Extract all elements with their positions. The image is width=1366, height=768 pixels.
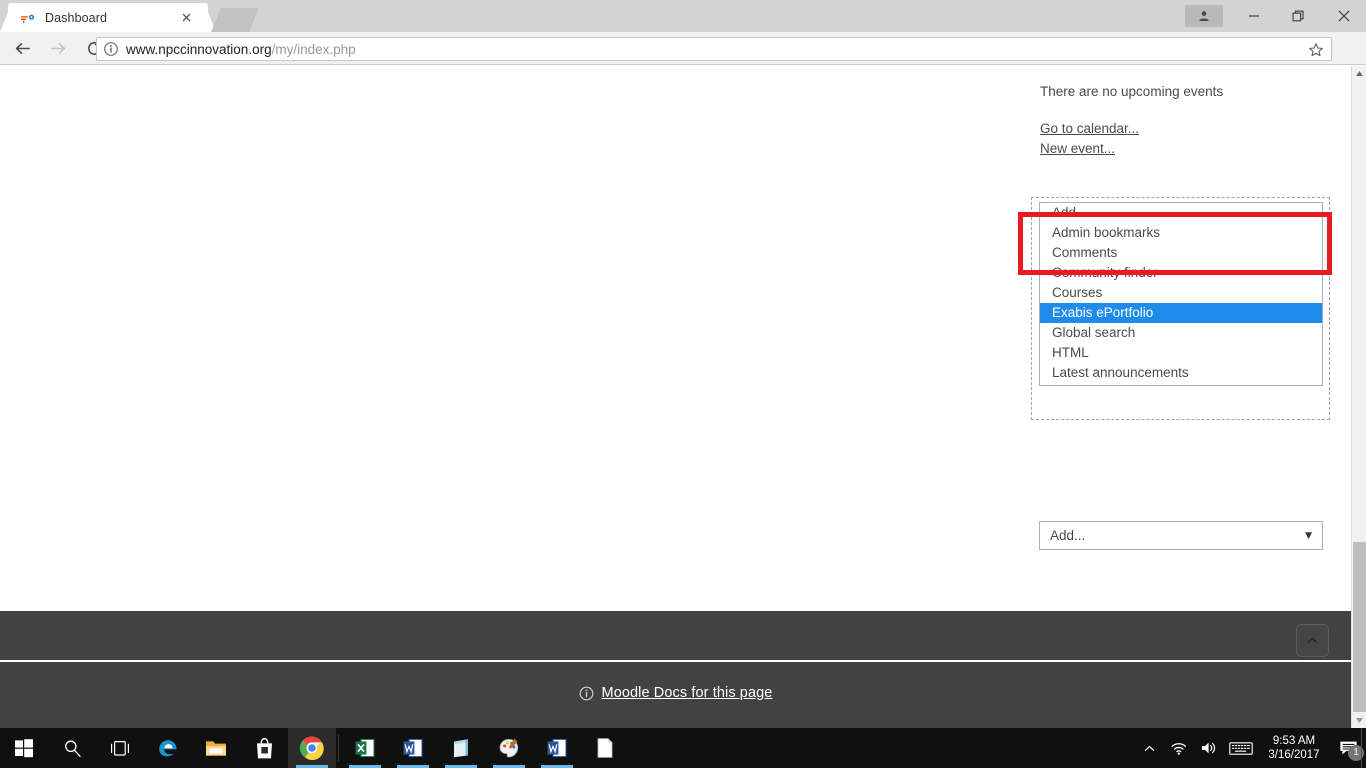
listbox-option-html[interactable]: HTML [1040, 343, 1322, 363]
moodle-docs-row: Moodle Docs for this page [0, 673, 1351, 713]
restore-icon[interactable] [1276, 2, 1321, 31]
footer-divider [0, 660, 1351, 662]
speaker-icon[interactable] [1194, 728, 1224, 768]
address-bar[interactable]: www.npccinnovation.org/my/index.php [96, 37, 1332, 61]
listbox-option-comments[interactable]: Comments [1040, 243, 1322, 263]
listbox-option-global-search[interactable]: Global search [1040, 323, 1322, 343]
triangle-down-icon[interactable] [1352, 713, 1366, 728]
search-button[interactable] [48, 728, 96, 768]
microsoft-store-button[interactable] [240, 728, 288, 768]
back-arrow-icon[interactable] [4, 32, 40, 65]
new-event-link[interactable]: New event... [1040, 139, 1340, 158]
moodle-docs-link[interactable]: Moodle Docs for this page [602, 685, 773, 701]
start-button[interactable] [0, 728, 48, 768]
windows-taskbar: 9:53 AM 3/16/2017 1 [0, 728, 1366, 768]
clock-time: 9:53 AM [1272, 735, 1316, 747]
moodle-favicon [20, 10, 36, 26]
edge-button[interactable] [144, 728, 192, 768]
add-block-select[interactable]: Add... ▼ [1039, 521, 1323, 550]
back-to-top-button[interactable] [1296, 624, 1329, 657]
star-icon[interactable] [1308, 42, 1324, 58]
word-doc-button[interactable] [533, 728, 581, 768]
no-upcoming-events-text: There are no upcoming events [1040, 84, 1224, 99]
minimize-icon[interactable] [1231, 2, 1276, 31]
new-tab-icon[interactable] [211, 8, 259, 32]
tab-title: Dashboard [45, 10, 108, 25]
close-icon[interactable] [1321, 2, 1366, 31]
close-icon[interactable] [179, 10, 194, 25]
system-tray: 9:53 AM 3/16/2017 1 [1134, 728, 1366, 768]
task-view-button[interactable] [96, 728, 144, 768]
clock[interactable]: 9:53 AM 3/16/2017 [1258, 728, 1330, 768]
add-block-select-value: Add... [1050, 528, 1086, 543]
url-host: www.npccinnovation.org [126, 41, 272, 57]
listbox-option-exabis-eportfolio[interactable]: Exabis ePortfolio [1040, 303, 1322, 323]
chrome-browser-window: Dashboard www.npccinnovation.org/my/inde… [0, 0, 1366, 728]
listbox-option-admin-bookmarks[interactable]: Admin bookmarks [1040, 223, 1322, 243]
page-footer: Moodle Docs for this page [0, 611, 1351, 728]
page-scrollbar[interactable] [1351, 66, 1366, 728]
person-icon[interactable] [1185, 5, 1223, 27]
show-desktop-button[interactable] [1361, 728, 1366, 768]
window-controls [1185, 0, 1366, 32]
chrome-button[interactable] [288, 728, 336, 768]
listbox-option-add[interactable]: Add... [1040, 203, 1322, 223]
upcoming-events-block: There are no upcoming events Go to calen… [1040, 82, 1340, 159]
file-explorer-button[interactable] [192, 728, 240, 768]
go-to-calendar-link[interactable]: Go to calendar... [1040, 119, 1340, 138]
forward-arrow-icon [40, 32, 76, 65]
chevron-down-icon: ▼ [1305, 530, 1312, 541]
listbox-option-courses[interactable]: Courses [1040, 283, 1322, 303]
browser-toolbar: www.npccinnovation.org/my/index.php [0, 32, 1366, 88]
url-path: /my/index.php [271, 41, 356, 57]
info-circle-icon [579, 686, 594, 701]
tab-dashboard[interactable]: Dashboard [8, 3, 208, 32]
add-block-listbox[interactable]: Add... Admin bookmarks Comments Communit… [1039, 202, 1323, 386]
listbox-option-latest-badges[interactable]: Latest badges [1040, 383, 1322, 385]
page-viewport: There are no upcoming events Go to calen… [0, 66, 1351, 728]
paint-button[interactable] [485, 728, 533, 768]
tray-overflow-button[interactable] [1134, 728, 1164, 768]
word-button[interactable] [389, 728, 437, 768]
listbox-option-community-finder[interactable]: Community finder [1040, 263, 1322, 283]
wifi-icon[interactable] [1164, 728, 1194, 768]
excel-button[interactable] [341, 728, 389, 768]
text-document-button[interactable] [581, 728, 629, 768]
keyboard-icon[interactable] [1224, 728, 1258, 768]
onenote-button[interactable] [437, 728, 485, 768]
url-text: www.npccinnovation.org/my/index.php [126, 42, 356, 57]
listbox-option-latest-announcements[interactable]: Latest announcements [1040, 363, 1322, 383]
triangle-up-icon[interactable] [1352, 66, 1366, 81]
clock-date: 3/16/2017 [1268, 749, 1320, 761]
info-circle-icon[interactable] [103, 41, 119, 57]
scrollbar-thumb[interactable] [1353, 542, 1366, 712]
taskbar-divider [338, 735, 339, 761]
tab-strip: Dashboard [0, 0, 1366, 32]
